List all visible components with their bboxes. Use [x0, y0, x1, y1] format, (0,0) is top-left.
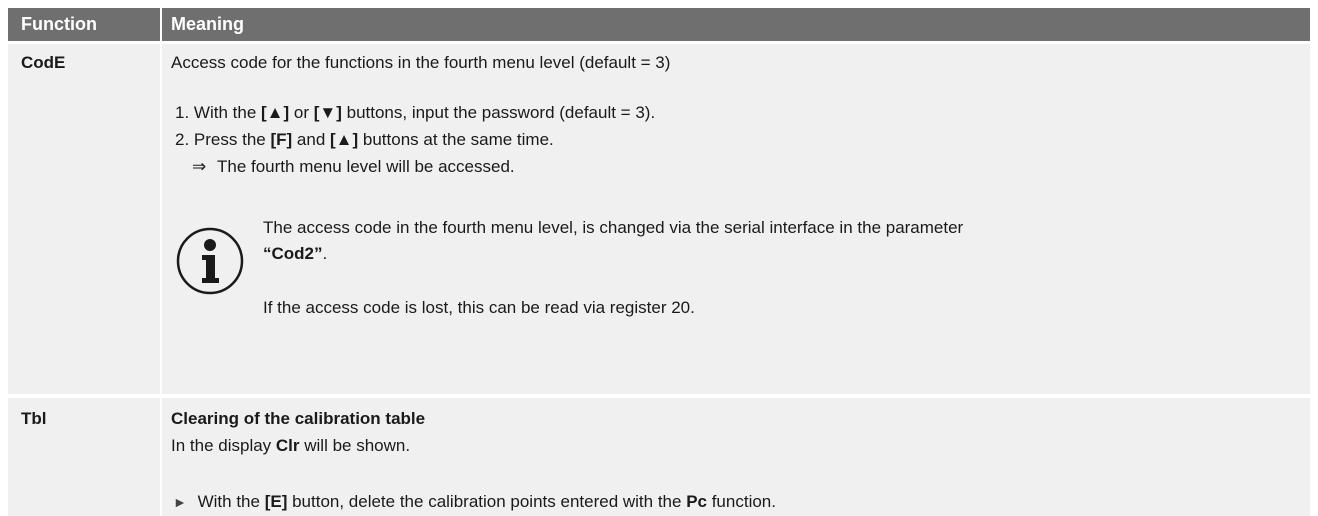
- step-text: buttons, input the password (default = 3…: [341, 103, 656, 122]
- step-text: Press the: [193, 130, 271, 149]
- code-intro: Access code for the functions in the fou…: [171, 53, 671, 72]
- step-number: 1.: [175, 103, 190, 122]
- step-2: 2. Press the [F] and [▲] buttons at the …: [175, 130, 554, 150]
- step-1: 1. With the [▲] or [▼] buttons, input th…: [175, 103, 655, 123]
- key-up-label: [▲]: [261, 103, 290, 122]
- key-f-label: [F]: [270, 130, 293, 149]
- key-e-label: [E]: [264, 492, 288, 511]
- header-function: Function: [21, 14, 97, 34]
- display-text: will be shown.: [299, 436, 411, 455]
- note-line-3: If the access code is lost, this can be …: [263, 298, 695, 317]
- note-line-1: The access code in the fourth menu level…: [263, 218, 964, 237]
- function-reference: Pc: [686, 492, 707, 511]
- action-text: function.: [706, 492, 776, 511]
- header-meaning: Meaning: [171, 14, 245, 34]
- key-up-label: [▲]: [330, 130, 359, 149]
- tbl-heading: Clearing of the calibration table: [171, 409, 426, 428]
- step-text: and: [292, 130, 330, 149]
- header-divider: [160, 8, 162, 41]
- step-number: 2.: [175, 130, 190, 149]
- action-text: button, delete the calibration points en…: [287, 492, 687, 511]
- function-name: CodE: [21, 53, 66, 72]
- tbl-display-line: In the display Clr will be shown.: [171, 436, 410, 456]
- column-divider: [160, 44, 162, 394]
- table-row-tbl: Tbl Clearing of the calibration table In…: [8, 398, 1310, 516]
- result-arrow-icon: ⇒: [192, 157, 207, 176]
- note-punctuation: .: [322, 244, 328, 263]
- step-text: buttons at the same time.: [358, 130, 554, 149]
- tbl-action-line: ► With the [E] button, delete the calibr…: [173, 492, 776, 512]
- step-text: or: [289, 103, 314, 122]
- table-row-code: CodE Access code for the functions in th…: [8, 44, 1310, 394]
- information-icon: [176, 227, 244, 295]
- function-name: Tbl: [21, 409, 47, 428]
- display-value: Clr: [275, 436, 300, 455]
- step-text: With the: [193, 103, 262, 122]
- display-text: In the display: [171, 436, 276, 455]
- key-down-label: [▼]: [313, 103, 342, 122]
- column-divider: [160, 398, 162, 516]
- note-line-2: “Cod2”.: [263, 244, 327, 264]
- note-parameter: “Cod2”: [263, 244, 323, 263]
- result-text: The fourth menu level will be accessed.: [216, 157, 515, 176]
- step-result: ⇒ The fourth menu level will be accessed…: [192, 157, 515, 177]
- table-header: Function Meaning: [8, 8, 1310, 41]
- action-text: With the: [197, 492, 265, 511]
